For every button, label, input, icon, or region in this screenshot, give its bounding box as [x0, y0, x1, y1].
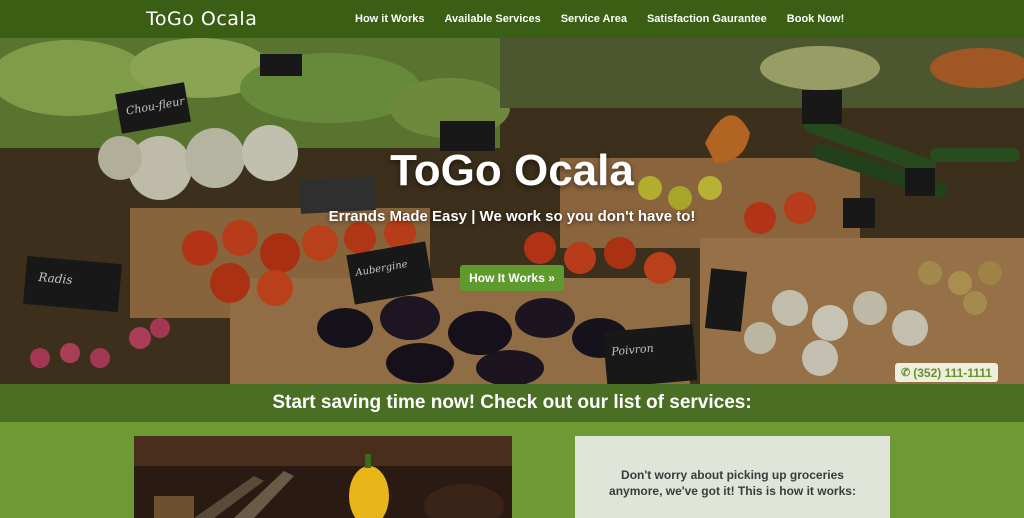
how-it-works-button[interactable]: How It Works » [460, 265, 564, 291]
nav-how-it-works[interactable]: How it Works [355, 13, 424, 25]
hero-subtitle: Errands Made Easy | We work so you don't… [328, 208, 696, 225]
grocery-photo-image [134, 436, 512, 518]
services-content: Don't worry about picking up groceries a… [0, 422, 1024, 518]
nav-links: How it Works Available Services Service … [355, 0, 864, 38]
nav-book-now[interactable]: Book Now! [787, 13, 844, 25]
nav-satisfaction-guarantee[interactable]: Satisfaction Gaurantee [647, 13, 767, 25]
services-banner: Start saving time now! Check out our lis… [0, 384, 1024, 422]
phone-badge[interactable]: ✆ (352) 111-1111 [895, 363, 998, 382]
hero-title: ToGo Ocala [390, 146, 634, 195]
phone-number: (352) 111-1111 [913, 365, 992, 380]
info-card-text: Don't worry about picking up groceries a… [609, 468, 856, 498]
nav-service-area[interactable]: Service Area [561, 13, 627, 25]
grocery-photo [134, 436, 512, 518]
services-heading: Start saving time now! Check out our lis… [272, 392, 752, 413]
brand-logo[interactable]: ToGo Ocala [146, 8, 257, 30]
phone-icon: ✆ [901, 367, 911, 379]
navbar: ToGo Ocala How it Works Available Servic… [0, 0, 1024, 38]
nav-available-services[interactable]: Available Services [444, 13, 540, 25]
hero-section: Chou-fleur Radis Aubergine Poivron ToGo … [0, 38, 1024, 384]
info-card: Don't worry about picking up groceries a… [575, 436, 890, 518]
